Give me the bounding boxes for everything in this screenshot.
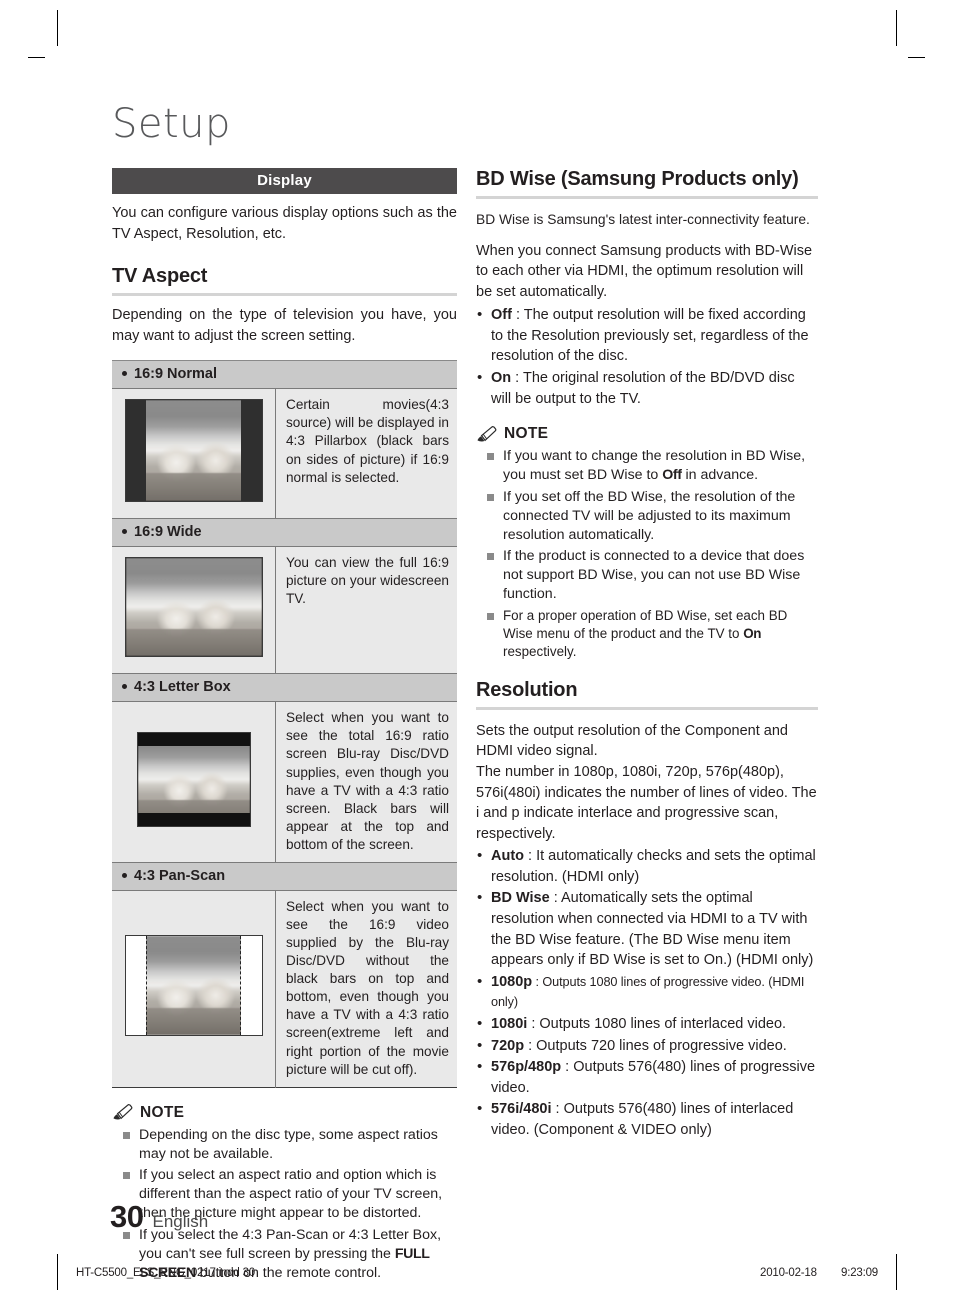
page-language: English xyxy=(152,1212,209,1231)
black-bar-bottom xyxy=(137,812,250,826)
table-row: Select when you want to see the total 16… xyxy=(112,701,457,863)
table-row-header: 4:3 Pan-Scan xyxy=(112,862,457,891)
list-item: 1080p : Outputs 1080 lines of progressiv… xyxy=(476,971,818,1013)
list-item: 720p : Outputs 720 lines of progressive … xyxy=(476,1035,818,1057)
aspect-option-label: 4:3 Letter Box xyxy=(112,673,457,703)
aspect-option-label: 4:3 Pan-Scan xyxy=(112,862,457,891)
heading-resolution: Resolution xyxy=(476,679,818,710)
list-item: If you set off the BD Wise, the resoluti… xyxy=(476,488,818,546)
note-block-bd-wise: NOTE If you want to change the resolutio… xyxy=(476,425,818,661)
aspect-description: You can view the full 16:9 picture on yo… xyxy=(275,546,457,675)
tv-aspect-table: 16:9 Normal Certain movies(4:3 source) w… xyxy=(112,360,457,1088)
left-column: Display You can configure various displa… xyxy=(112,168,457,1283)
resolution-para-2: The number in 1080p, 1080i, 720p, 576p(4… xyxy=(476,764,817,842)
footer-rule-left xyxy=(57,1254,58,1290)
tv-picture-panscan xyxy=(124,935,263,1037)
aspect-option-label: 16:9 Wide xyxy=(112,518,457,548)
tv-picture-fullwide xyxy=(124,557,263,658)
heading-bd-wise: BD Wise (Samsung Products only) xyxy=(476,168,818,199)
note-list: If you want to change the resolution in … xyxy=(476,447,818,661)
white-bar-right xyxy=(241,936,262,1036)
note-label: NOTE xyxy=(140,1103,185,1121)
list-item: 1080i : Outputs 1080 lines of interlaced… xyxy=(476,1013,818,1035)
manual-page: Setup Display You can configure various … xyxy=(0,0,954,1307)
bd-wise-para-2: When you connect Samsung products with B… xyxy=(476,242,813,300)
table-row: Certain movies(4:3 source) will be displ… xyxy=(112,388,457,520)
footer-date: 2010-02-18 xyxy=(760,1267,817,1279)
list-item: On : The original resolution of the BD/D… xyxy=(476,367,818,409)
table-row-header: 16:9 Wide xyxy=(112,518,457,548)
tv-picture-letterbox xyxy=(136,731,251,827)
bd-wise-bullet-list: Off : The output resolution will be fixe… xyxy=(476,304,818,409)
aspect-description: Select when you want to see the total 16… xyxy=(275,701,457,863)
list-item: If you want to change the resolution in … xyxy=(476,447,818,485)
aspect-picture-cell xyxy=(112,701,276,863)
pencil-icon xyxy=(477,425,497,442)
right-column: BD Wise (Samsung Products only) BD Wise … xyxy=(476,168,818,1140)
note-heading: NOTE xyxy=(112,1104,457,1122)
chapter-title: Setup xyxy=(112,101,231,147)
list-item: 576i/480i : Outputs 576(480) lines of in… xyxy=(476,1098,818,1140)
page-number: 30 xyxy=(110,1199,144,1234)
aspect-description: Select when you want to see the 16:9 vid… xyxy=(275,890,457,1088)
footer-time: 9:23:09 xyxy=(841,1267,878,1279)
resolution-bullet-list: Auto : It automatically checks and sets … xyxy=(476,845,818,1140)
bd-wise-para-1: BD Wise is Samsung's latest inter-connec… xyxy=(476,212,810,227)
note-block-tv-aspect: NOTE Depending on the disc type, some as… xyxy=(112,1104,457,1283)
table-row: You can view the full 16:9 picture on yo… xyxy=(112,546,457,675)
bullet-dot-icon xyxy=(122,872,127,878)
list-item: Off : The output resolution will be fixe… xyxy=(476,304,818,367)
puppies-photo xyxy=(125,558,262,657)
aspect-picture-cell xyxy=(112,546,276,675)
heading-tv-aspect: TV Aspect xyxy=(112,265,457,297)
black-bar-left xyxy=(125,400,146,502)
bullet-dot-icon xyxy=(122,528,127,534)
pencil-icon xyxy=(113,1104,133,1120)
list-item: BD Wise : Automatically sets the optimal… xyxy=(476,887,818,970)
page-number-block: 30 English xyxy=(110,1199,208,1235)
tv-aspect-intro-text: Depending on the type of television you … xyxy=(112,307,457,344)
footer-rule-right xyxy=(896,1254,897,1290)
aspect-option-label: 16:9 Normal xyxy=(112,360,457,390)
list-item: If the product is connected to a device … xyxy=(476,547,818,605)
tv-picture-pillarbox xyxy=(124,399,263,503)
list-item: Depending on the disc type, some aspect … xyxy=(112,1126,457,1164)
footer-filename: HT-C5500_ELS_ENG_0217.indd 30 xyxy=(76,1267,255,1279)
list-item: Auto : It automatically checks and sets … xyxy=(476,845,818,887)
crop-mark-top-right-horizontal xyxy=(908,57,925,58)
bullet-dot-icon xyxy=(122,683,127,689)
aspect-picture-cell xyxy=(112,890,276,1088)
crop-mark-top-right-vertical xyxy=(896,10,897,46)
list-item: 576p/480p : Outputs 576(480) lines of pr… xyxy=(476,1056,818,1098)
crop-mark-top-left-vertical xyxy=(57,10,58,46)
section-bar-display: Display xyxy=(112,168,457,194)
bullet-dot-icon xyxy=(122,370,127,376)
note-heading: NOTE xyxy=(476,425,818,443)
resolution-para-1: Sets the output resolution of the Compon… xyxy=(476,722,788,760)
black-bar-right xyxy=(241,400,262,502)
table-row-header: 16:9 Normal xyxy=(112,360,457,390)
black-bar-top xyxy=(137,732,250,746)
crop-guide-left xyxy=(145,936,147,1036)
table-row: Select when you want to see the 16:9 vid… xyxy=(112,890,457,1088)
white-bar-left xyxy=(125,936,146,1036)
list-item: For a proper operation of BD Wise, set e… xyxy=(476,607,818,661)
display-intro-text: You can configure various display option… xyxy=(112,205,457,242)
crop-mark-top-left-horizontal xyxy=(28,57,45,58)
table-row-header: 4:3 Letter Box xyxy=(112,673,457,703)
aspect-description: Certain movies(4:3 source) will be displ… xyxy=(275,388,457,520)
aspect-picture-cell xyxy=(112,388,276,520)
note-label: NOTE xyxy=(504,425,549,443)
crop-guide-right xyxy=(240,936,242,1036)
